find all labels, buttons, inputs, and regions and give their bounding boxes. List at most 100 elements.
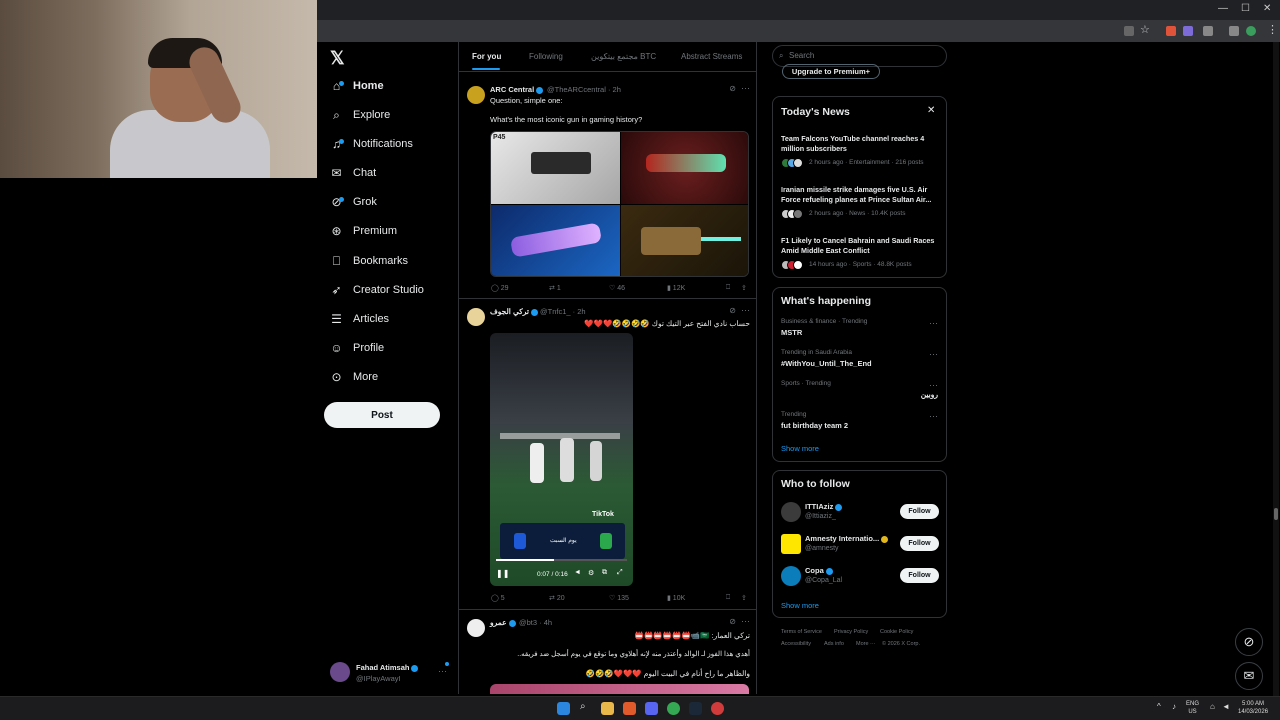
trend-name[interactable]: روبين	[921, 390, 938, 399]
tweet-image[interactable]	[490, 684, 749, 694]
video-progress[interactable]	[496, 559, 627, 561]
chrome-icon[interactable]	[667, 702, 680, 715]
extension-icon[interactable]	[1183, 26, 1193, 36]
fullscreen-icon[interactable]: ⤢	[617, 569, 623, 577]
avatar[interactable]	[467, 619, 485, 637]
install-icon[interactable]	[1124, 26, 1134, 36]
avatar[interactable]	[467, 86, 485, 104]
profile-avatar-icon[interactable]	[1246, 26, 1256, 36]
trend-name[interactable]: MSTR	[781, 328, 802, 337]
nav-grok[interactable]: ⊘ Grok	[330, 191, 376, 213]
volume-icon[interactable]: ◄	[574, 569, 581, 576]
more-icon[interactable]: ···	[929, 318, 938, 328]
tweet-handle[interactable]: @Tnfc1_ · 2h	[540, 307, 586, 316]
follow-button[interactable]: Follow	[900, 536, 939, 551]
reply-icon[interactable]: ◯ 5	[491, 594, 505, 602]
repost-icon[interactable]: ⇄ 1	[549, 284, 561, 292]
kebab-menu-icon[interactable]: ⋮	[1267, 23, 1278, 36]
share-icon[interactable]: ⇪	[741, 284, 747, 292]
more-icon[interactable]: ···	[438, 666, 447, 676]
repost-icon[interactable]: ⇄ 20	[549, 594, 565, 602]
scrollbar[interactable]	[1273, 42, 1279, 696]
footer-link[interactable]: Terms of Service	[781, 629, 822, 635]
star-icon[interactable]: ☆	[1140, 23, 1150, 36]
tweet-handle[interactable]: @TheARCcentral · 2h	[547, 85, 621, 94]
avatar[interactable]	[781, 566, 801, 586]
nav-chat[interactable]: ✉ Chat	[330, 162, 376, 184]
file-explorer-icon[interactable]	[601, 702, 614, 715]
follow-suggestion-name[interactable]: Amnesty Internatio...	[805, 534, 889, 543]
show-more-link[interactable]: Show more	[781, 444, 819, 453]
footer-link[interactable]: Ads info	[824, 641, 844, 647]
post-button[interactable]: Post	[324, 402, 440, 428]
nav-explore[interactable]: ⌕ Explore	[330, 104, 390, 126]
nav-articles[interactable]: ☰ Articles	[330, 308, 389, 330]
news-item-title[interactable]: Team Falcons YouTube channel reaches 4 m…	[781, 134, 941, 154]
like-icon[interactable]: ♡ 46	[609, 284, 625, 292]
footer-link[interactable]: Cookie Policy	[880, 629, 913, 635]
tweet-image[interactable]	[491, 205, 620, 276]
tweet-image[interactable]: P45	[491, 132, 620, 204]
avatar[interactable]	[467, 308, 485, 326]
brave-icon[interactable]	[623, 702, 636, 715]
nav-bookmarks[interactable]: ⎕ Bookmarks	[330, 250, 408, 272]
follow-suggestion-name[interactable]: ITTIAziz	[805, 502, 843, 511]
footer-link[interactable]: Accessibility	[781, 641, 811, 647]
footer-link[interactable]: More ···	[856, 641, 876, 647]
like-icon[interactable]: ♡ 135	[609, 594, 629, 602]
bookmark-icon[interactable]: ⎕	[726, 284, 730, 292]
puzzle-icon[interactable]	[1203, 26, 1213, 36]
tweet-handle[interactable]: @bt3 · 4h	[519, 618, 552, 627]
trend-name[interactable]: fut birthday team 2	[781, 421, 848, 430]
views-icon[interactable]: ▮ 10K	[667, 594, 685, 602]
avatar[interactable]	[781, 534, 801, 554]
x-logo-icon[interactable]: 𝕏	[330, 48, 345, 69]
nav-more[interactable]: ⊙ More	[330, 366, 378, 388]
tweet-image[interactable]	[621, 132, 748, 204]
grok-icon[interactable]: ⊘	[729, 617, 736, 626]
menu-icon[interactable]	[1229, 26, 1239, 36]
news-item-title[interactable]: Iranian missile strike damages five U.S.…	[781, 185, 941, 205]
minimize-icon[interactable]: —	[1218, 3, 1228, 14]
extension-icon[interactable]	[1166, 26, 1176, 36]
follow-button[interactable]: Follow	[900, 504, 939, 519]
start-icon[interactable]	[557, 702, 570, 715]
tab-following[interactable]: Following	[529, 52, 563, 61]
tweet-image-grid[interactable]: P45	[490, 131, 749, 277]
mic-icon[interactable]: ♪	[1172, 703, 1176, 711]
bookmark-icon[interactable]: ⎕	[726, 594, 730, 602]
search-icon[interactable]: ⌕	[580, 701, 593, 714]
close-icon[interactable]: ✕	[1263, 3, 1271, 14]
discord-icon[interactable]	[645, 702, 658, 715]
close-icon[interactable]: ✕	[927, 105, 935, 116]
steam-icon[interactable]	[689, 702, 702, 715]
footer-link[interactable]: Privacy Policy	[834, 629, 868, 635]
show-more-link[interactable]: Show more	[781, 601, 819, 610]
volume-icon[interactable]: ◄	[1222, 703, 1230, 711]
grok-icon[interactable]: ⊘	[729, 84, 736, 93]
tweet-author[interactable]: ARC Central	[490, 85, 544, 94]
tab-for-you[interactable]: For you	[472, 52, 501, 61]
trend-name[interactable]: #WithYou_Until_The_End	[781, 359, 872, 368]
language-indicator[interactable]: ENG US	[1186, 700, 1199, 716]
clock[interactable]: 5:00 AM 14/03/2026	[1238, 700, 1268, 716]
more-icon[interactable]: ···	[929, 349, 938, 359]
tweet[interactable]: ARC Central @TheARCcentral · 2h ⊘ ··· Qu…	[459, 80, 756, 299]
news-item-title[interactable]: F1 Likely to Cancel Bahrain and Saudi Ra…	[781, 236, 941, 256]
more-icon[interactable]: ···	[741, 83, 750, 93]
more-icon[interactable]: ···	[741, 616, 750, 626]
nav-notifications[interactable]: ♫ Notifications	[330, 133, 413, 155]
views-icon[interactable]: ▮ 12K	[667, 284, 685, 292]
pause-icon[interactable]: ❚❚	[496, 569, 509, 578]
nav-profile[interactable]: ☺ Profile	[330, 337, 384, 359]
more-icon[interactable]: ···	[929, 380, 938, 390]
app-icon[interactable]	[711, 702, 724, 715]
tweet-author[interactable]: تركي الجوف	[490, 307, 538, 316]
more-icon[interactable]: ···	[741, 305, 750, 315]
reply-icon[interactable]: ◯ 29	[491, 284, 509, 292]
scrollbar-thumb[interactable]	[1274, 508, 1278, 520]
tweet[interactable]: تركي الجوف @Tnfc1_ · 2h ⊘ ··· حساب نادي …	[459, 300, 756, 610]
tweet-video[interactable]: TikTok يوم السبت ❚❚ 0:07 / 0:16 ◄ ⚙ ⧉ ⤢	[490, 333, 633, 586]
nav-creator-studio[interactable]: ➶ Creator Studio	[330, 279, 423, 301]
tab-community[interactable]: مجتمع بيتكوين BTC	[591, 52, 656, 61]
